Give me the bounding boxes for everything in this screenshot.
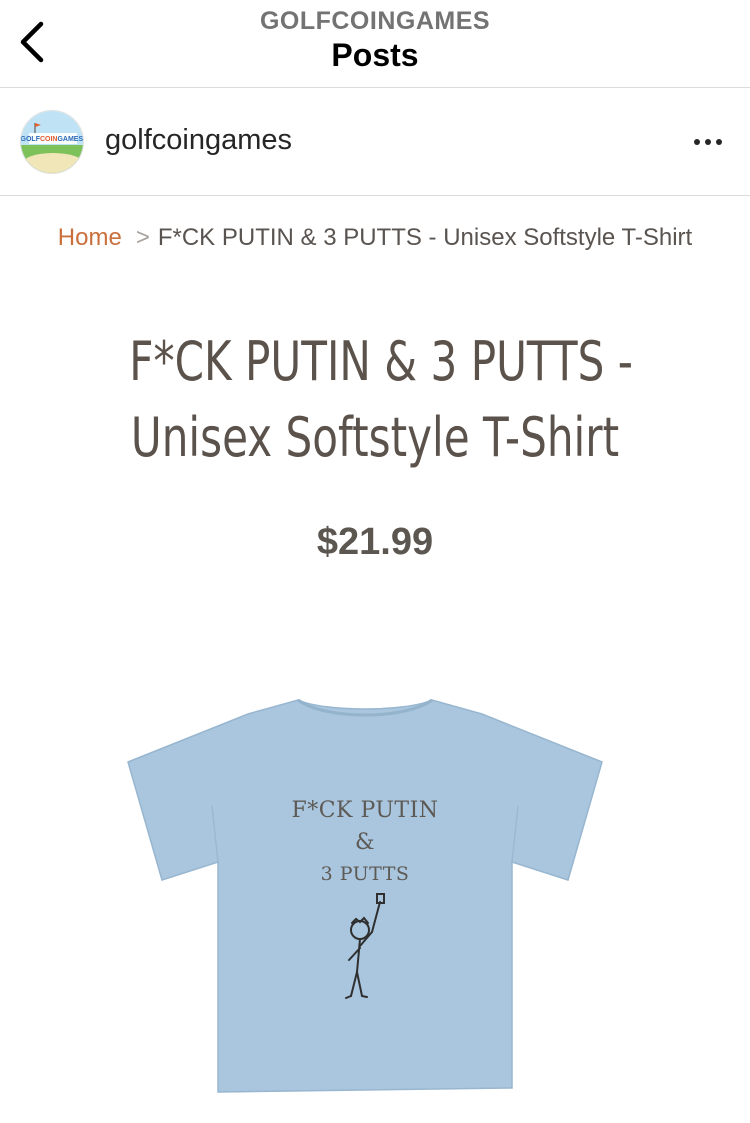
- more-horizontal-icon: [694, 139, 722, 145]
- product-title: F*CK PUTIN & 3 PUTTS - Unisex Softstyle …: [129, 324, 633, 476]
- shirt-print-line-2: &: [354, 830, 376, 855]
- post-header: GOLFCOINGAMES! golfcoingames: [0, 88, 750, 196]
- product-title-line-1: F*CK PUTIN & 3 PUTTS -: [129, 330, 633, 393]
- product-title-line-2: Unisex Softstyle T-Shirt: [130, 406, 620, 469]
- svg-text:GOLFCOINGAMES!: GOLFCOINGAMES!: [21, 136, 84, 143]
- page-title: Posts: [331, 37, 419, 73]
- top-navigation-bar: GOLFCOINGAMES Posts: [0, 0, 750, 88]
- breadcrumb-home-link[interactable]: Home: [58, 224, 122, 251]
- shirt-print-line-1: F*CK PUTIN: [291, 798, 439, 823]
- post-username[interactable]: golfcoingames: [105, 124, 292, 157]
- golfcoingames-logo: GOLFCOINGAMES!: [21, 111, 84, 173]
- shirt-print-line-3: 3 PUTTS: [320, 863, 410, 885]
- breadcrumb-current: F*CK PUTIN & 3 PUTTS - Unisex Softstyle …: [157, 224, 693, 251]
- nav-titles: GOLFCOINGAMES Posts: [0, 6, 750, 74]
- t-shirt-image: [127, 698, 603, 1093]
- t-shirt-shape: [127, 699, 603, 1093]
- account-caption: GOLFCOINGAMES: [259, 7, 491, 35]
- breadcrumb: Home > F*CK PUTIN & 3 PUTTS - Unisex Softs…: [0, 224, 750, 252]
- product-price: $21.99: [316, 521, 434, 563]
- breadcrumb-separator: >: [135, 224, 150, 251]
- avatar[interactable]: GOLFCOINGAMES!: [20, 110, 84, 174]
- more-options-button[interactable]: [688, 126, 728, 158]
- product-image[interactable]: F*CK PUTIN & 3 PUTTS: [120, 690, 610, 1100]
